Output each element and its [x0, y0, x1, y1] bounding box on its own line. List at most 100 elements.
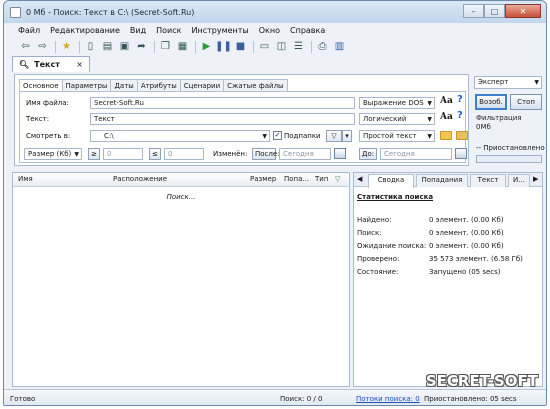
- after-button[interactable]: После:: [252, 148, 280, 160]
- pause-progress-button[interactable]: [476, 155, 542, 163]
- text-mode-select[interactable]: Логический ▼: [359, 113, 435, 125]
- status-threads-link[interactable]: Потоки поиска: 0: [356, 395, 420, 403]
- book-icon[interactable]: ▥: [332, 40, 347, 54]
- tab-more[interactable]: И...: [508, 174, 530, 187]
- toolbar-separator: [154, 40, 155, 53]
- size-ge-button[interactable]: ≥: [88, 148, 100, 160]
- before-button[interactable]: До:: [359, 148, 377, 160]
- browse-folder-icon[interactable]: [440, 131, 452, 140]
- app-icon: [10, 6, 21, 18]
- filter-icon[interactable]: ▽: [326, 130, 342, 142]
- calendar-icon[interactable]: [455, 148, 467, 159]
- mode-select[interactable]: Эксперт ▼: [474, 76, 542, 89]
- mode-value: Эксперт: [478, 78, 509, 86]
- close-button[interactable]: ✕: [505, 4, 541, 18]
- menu-window[interactable]: Окно: [259, 26, 280, 35]
- chevron-down-icon: ▼: [427, 116, 432, 123]
- text-case-button[interactable]: Aa: [440, 112, 453, 122]
- pause-icon[interactable]: ❚❚: [215, 40, 232, 54]
- stop-icon[interactable]: ■: [233, 40, 248, 54]
- star-icon[interactable]: ★: [59, 40, 74, 54]
- close-tab-icon[interactable]: ×: [76, 60, 83, 69]
- toolbar-separator: [79, 40, 80, 53]
- filename-mode-select[interactable]: Выражение DOS ▼: [359, 97, 435, 109]
- export-icon[interactable]: ➦: [134, 40, 149, 54]
- folders-icon[interactable]: [456, 131, 468, 140]
- play-icon[interactable]: ▶: [199, 40, 214, 54]
- col-size[interactable]: Размер: [250, 175, 276, 183]
- chevron-down-icon: ▼: [427, 133, 432, 140]
- menu-view[interactable]: Вид: [130, 26, 146, 35]
- stop-button[interactable]: Стоп: [510, 94, 542, 110]
- lookin-label: Смотреть в:: [26, 132, 71, 140]
- help-icon[interactable]: ?: [457, 110, 463, 121]
- text-type-value: Простой текст: [363, 132, 417, 140]
- help-icon[interactable]: ?: [457, 94, 463, 105]
- resume-button[interactable]: Возоб.: [475, 94, 507, 110]
- window-icon[interactable]: ▭: [257, 40, 272, 54]
- col-hits[interactable]: Попа...: [284, 175, 309, 183]
- tab-text-search[interactable]: 🔍︎ Текст ×: [12, 56, 90, 72]
- tab-summary[interactable]: Сводка: [368, 174, 414, 188]
- tab-hits[interactable]: Попадания: [416, 174, 468, 187]
- save-icon[interactable]: ▣: [117, 40, 132, 54]
- back-icon[interactable]: ⇦: [18, 40, 33, 54]
- text-type-select[interactable]: Простой текст ▼: [359, 130, 435, 142]
- new-icon[interactable]: ▯: [83, 40, 98, 54]
- stat-value: 0 элемент. (0.00 Кб): [429, 229, 504, 237]
- scroll-right-icon[interactable]: ▶: [533, 175, 538, 183]
- searching-placeholder: Поиск...: [166, 193, 196, 201]
- minimize-button[interactable]: –: [463, 4, 484, 18]
- text-mode-value: Логический: [363, 115, 407, 123]
- size-unit-select[interactable]: Размер (Кб) ▼: [24, 148, 82, 160]
- col-name[interactable]: Имя: [18, 175, 33, 183]
- list-icon[interactable]: ☰: [291, 40, 306, 54]
- split-icon[interactable]: ◫: [274, 40, 289, 54]
- filename-label: Имя файла:: [26, 99, 69, 107]
- size-max-input[interactable]: 0: [164, 148, 204, 160]
- filter-menu-button[interactable]: ▾: [342, 130, 352, 142]
- case-sensitive-button[interactable]: Aa: [440, 96, 453, 106]
- maximize-button[interactable]: □: [484, 4, 505, 18]
- after-date-input[interactable]: Сегодня: [279, 148, 331, 160]
- subfolders-checkbox[interactable]: ✓: [273, 131, 282, 140]
- print-icon[interactable]: ⎙: [315, 40, 330, 54]
- modified-label: Изменён:: [213, 150, 248, 158]
- results-list[interactable]: Имя Расположение Размер Попа... Тип ▽ По…: [12, 172, 350, 387]
- filter-results-icon[interactable]: ▽: [335, 175, 340, 183]
- before-date-input[interactable]: Сегодня: [380, 148, 452, 160]
- copy-icon[interactable]: ❐: [158, 40, 173, 54]
- basic-options: Имя файла: Secret-Soft.Ru Выражение DOS …: [19, 91, 468, 163]
- menu-tools[interactable]: Инструменты: [191, 26, 248, 35]
- chevron-down-icon: ▼: [534, 79, 539, 86]
- document-tabs: 🔍︎ Текст ×: [12, 56, 542, 72]
- stat-value: 0 элемент. (0.00 Кб): [429, 242, 504, 250]
- menu-search[interactable]: Поиск: [156, 26, 181, 35]
- scroll-left-icon[interactable]: ◀: [357, 175, 362, 183]
- col-location[interactable]: Расположение: [113, 175, 167, 183]
- calendar-icon[interactable]: [334, 148, 346, 159]
- lookin-select[interactable]: C:\ ▼: [90, 130, 270, 142]
- filename-input[interactable]: Secret-Soft.Ru: [90, 97, 355, 109]
- lookin-value: C:\: [104, 132, 114, 140]
- paste-icon[interactable]: ▦: [175, 40, 190, 54]
- stat-row: Ожидание поиска: 0 элемент. (0.00 Кб): [357, 242, 541, 253]
- open-icon[interactable]: ▤: [100, 40, 115, 54]
- filename-mode-value: Выражение DOS: [363, 99, 424, 107]
- size-min-input[interactable]: 0: [103, 148, 143, 160]
- status-search-count: Поиск: 0 / 0: [280, 395, 323, 403]
- menu-file[interactable]: Файл: [18, 26, 40, 35]
- size-le-button[interactable]: ≤: [149, 148, 161, 160]
- tab-text[interactable]: Текст: [470, 174, 506, 187]
- text-input[interactable]: Текст: [90, 113, 355, 125]
- col-type[interactable]: Тип: [315, 175, 328, 183]
- stat-key: Поиск:: [357, 229, 382, 237]
- paused-text: Приостановлено: [483, 144, 545, 152]
- menu-edit[interactable]: Редактирование: [50, 26, 120, 35]
- forward-icon[interactable]: ⇨: [35, 40, 50, 54]
- menu-help[interactable]: Справка: [290, 26, 325, 35]
- stat-key: Проверено:: [357, 255, 400, 263]
- toolbar-separator: [253, 40, 254, 53]
- stat-row: Найдено: 0 элемент. (0.00 Кб): [357, 216, 541, 227]
- stats-tabs: ◀ Сводка Попадания Текст И... ▶: [354, 173, 542, 188]
